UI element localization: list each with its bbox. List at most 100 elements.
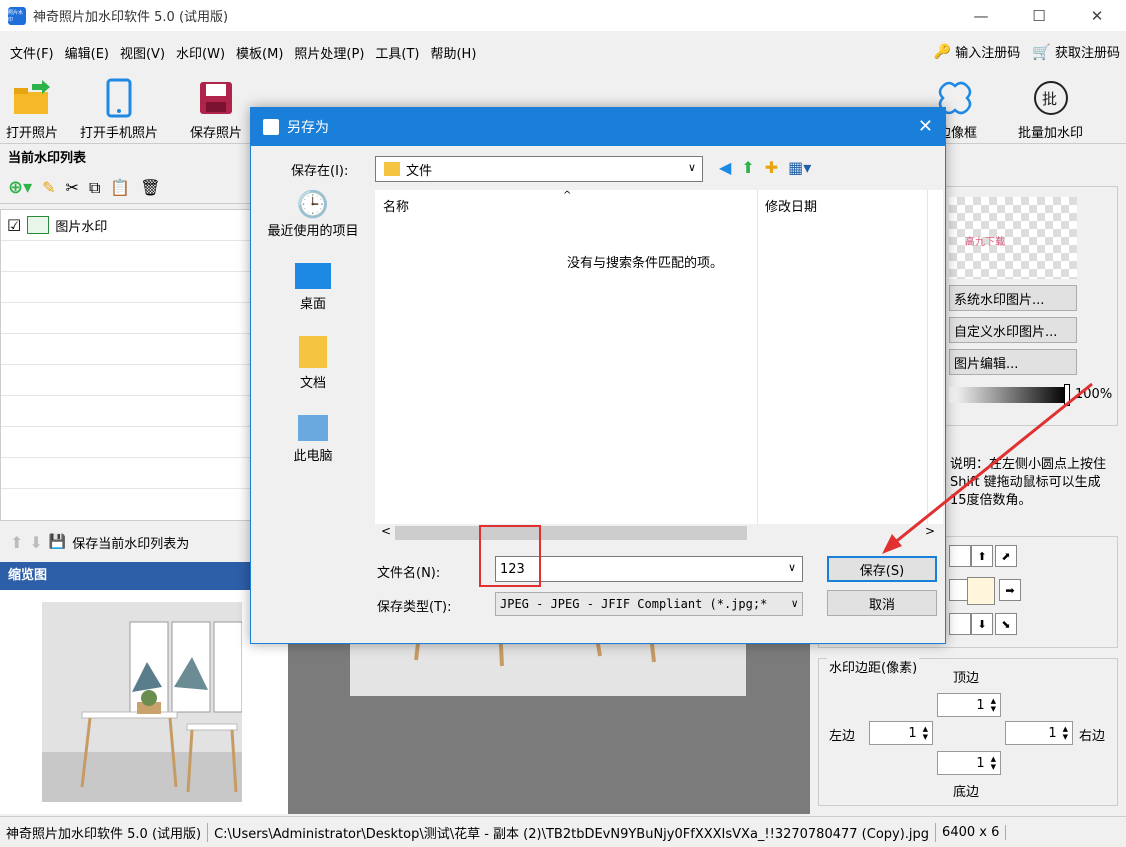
spin-arrows-icon[interactable]: ▲ ▼ [1063, 725, 1068, 741]
spin-arrows-icon[interactable]: ▲ ▼ [991, 755, 996, 771]
chevron-down-icon: ∨ [687, 161, 696, 174]
save-list-icon: 💾 [48, 534, 67, 550]
scroll-left-icon[interactable]: < [381, 524, 391, 538]
cut-icon[interactable]: ✂ [66, 178, 79, 197]
file-list-header: 名称 ^ 修改日期 [375, 190, 943, 524]
window-title: 神奇照片加水印软件 5.0 (试用版) [33, 10, 229, 25]
filetype-select[interactable]: JPEG - JPEG - JFIF Compliant (*.jpg;* ∨ [495, 592, 803, 616]
top-margin-input[interactable]: 1 ▲ ▼ [937, 693, 1001, 717]
minimize-button[interactable]: — [952, 0, 1010, 31]
status-bar: 神奇照片加水印软件 5.0 (试用版) C:\Users\Administrat… [0, 816, 1126, 847]
column-date[interactable]: 修改日期 [765, 196, 817, 215]
thumbnail-title: 缩览图 [0, 562, 288, 590]
menu-file[interactable]: 文件(F) [10, 43, 54, 62]
filename-label: 文件名(N): [377, 566, 441, 581]
place-recent[interactable]: 🕒 最近使用的项目 [257, 190, 369, 239]
place-this-pc[interactable]: 此电脑 [257, 411, 369, 464]
spin-arrows-icon[interactable]: ▲ ▼ [991, 697, 996, 713]
menu-edit[interactable]: 编辑(E) [65, 43, 109, 62]
register-link[interactable]: 🔑 输入注册码 [933, 42, 1020, 62]
save-as-dialog: 另存为 ✕ 保存在(I): 文件 ∨ ◀ ⬆ ✚ ▦▾ 🕒 最近使用的项目 桌面… [250, 107, 946, 644]
filename-input[interactable]: 123 ∨ [495, 556, 803, 582]
menu-watermark[interactable]: 水印(W) [176, 43, 225, 62]
maximize-button[interactable]: ☐ [1010, 0, 1068, 31]
phone-icon [106, 78, 132, 118]
move-down-icon[interactable]: ⬇ [29, 533, 42, 552]
copy-icon[interactable]: ⧉ [89, 178, 100, 198]
file-list[interactable]: 名称 ^ 修改日期 没有与搜索条件匹配的项。 < > [375, 190, 943, 542]
image-watermark-icon [27, 216, 50, 234]
key-icon: 🔑 [933, 43, 952, 60]
dialog-title: 另存为 [287, 120, 329, 136]
custom-watermark-button[interactable]: 自定义水印图片... [949, 317, 1077, 343]
watermark-list: ☑ 图片水印 [0, 209, 288, 521]
open-photo-button[interactable]: 打开照片 [6, 78, 58, 141]
new-folder-icon[interactable]: ✚ [765, 158, 778, 177]
cancel-button[interactable]: 取消 [827, 590, 937, 616]
place-documents[interactable]: 文档 [257, 332, 369, 391]
batch-watermark-button[interactable]: 批 批量加水印 [1018, 78, 1083, 141]
save-in-value: 文件 [406, 163, 433, 179]
view-menu-icon[interactable]: ▦▾ [788, 158, 811, 177]
image-edit-button[interactable]: 图片编辑... [949, 349, 1077, 375]
save-in-label: 保存在(I): [291, 164, 349, 179]
place-desktop-label: 桌面 [299, 297, 326, 312]
dialog-nav-icons: ◀ ⬆ ✚ ▦▾ [719, 158, 811, 177]
column-name[interactable]: 名称 [383, 196, 409, 215]
list-item[interactable]: ☑ 图片水印 [1, 210, 287, 241]
paste-icon[interactable]: 📋 [110, 178, 130, 197]
thumbnail-panel [0, 590, 288, 814]
place-this-pc-label: 此电脑 [293, 449, 333, 464]
delete-icon[interactable]: 🗑 [140, 178, 160, 197]
menu-photo[interactable]: 照片处理(P) [294, 43, 364, 62]
place-documents-label: 文档 [299, 376, 326, 391]
save-list-button[interactable]: 保存当前水印列表为 [72, 533, 189, 552]
menu-help[interactable]: 帮助(H) [430, 43, 476, 62]
save-photo-button[interactable]: 保存照片 [190, 78, 242, 141]
horizontal-scrollbar[interactable]: < > [375, 524, 943, 542]
bottom-margin-input[interactable]: 1 ▲ ▼ [937, 751, 1001, 775]
open-phone-label: 打开手机照片 [80, 126, 159, 141]
place-desktop[interactable]: 桌面 [257, 259, 369, 312]
align-center-button[interactable] [967, 577, 995, 605]
thumbnail-image[interactable] [42, 602, 243, 802]
folder-open-icon [12, 78, 52, 118]
status-size: 6400 x 6 [936, 824, 1007, 840]
chevron-down-icon[interactable]: ∨ [788, 561, 796, 574]
align-right-button[interactable]: ➡ [999, 579, 1021, 601]
preview-text: 高九下载 [965, 237, 1005, 248]
align-down-button[interactable]: ⬇ [971, 613, 993, 635]
open-phone-button[interactable]: 打开手机照片 [80, 78, 158, 141]
system-watermark-label: 系统水印图片... [954, 292, 1045, 308]
up-folder-icon[interactable]: ⬆ [741, 158, 754, 177]
spin-arrows-icon[interactable]: ▲ ▼ [923, 725, 928, 741]
add-icon[interactable]: ⊕▾ [8, 177, 32, 198]
save-in-combo[interactable]: 文件 ∨ [375, 156, 703, 182]
back-icon[interactable]: ◀ [719, 158, 731, 177]
floppy-icon [198, 78, 234, 118]
close-button[interactable]: ✕ [1068, 0, 1126, 31]
documents-icon [299, 336, 327, 368]
move-up-icon[interactable]: ⬆ [10, 533, 23, 552]
left-margin-input[interactable]: 1 ▲ ▼ [869, 721, 933, 745]
scroll-thumb[interactable] [395, 526, 747, 540]
checkbox-checked-icon[interactable]: ☑ [7, 216, 21, 235]
system-watermark-button[interactable]: 系统水印图片... [949, 285, 1077, 311]
right-margin-input[interactable]: 1 ▲ ▼ [1005, 721, 1073, 745]
align-down-left-button[interactable] [949, 613, 971, 635]
menu-template[interactable]: 模板(M) [236, 43, 283, 62]
list-row-empty [1, 396, 287, 427]
folder-icon [384, 162, 400, 176]
dialog-close-icon[interactable]: ✕ [918, 116, 933, 137]
reorder-bar: ⬆ ⬇ 💾 保存当前水印列表为 [0, 524, 288, 560]
desktop-icon [295, 263, 331, 289]
align-down-right-button[interactable]: ⬊ [995, 613, 1017, 635]
place-recent-label: 最近使用的项目 [267, 224, 359, 239]
get-code-link[interactable]: 🛒 获取注册码 [1032, 42, 1120, 62]
list-item-label: 图片水印 [55, 219, 108, 235]
computer-icon [298, 415, 328, 441]
edit-icon[interactable]: ✎ [42, 178, 55, 197]
menu-tools[interactable]: 工具(T) [375, 43, 419, 62]
left-margin-value: 1 [908, 725, 917, 741]
menu-view[interactable]: 视图(V) [120, 43, 165, 62]
